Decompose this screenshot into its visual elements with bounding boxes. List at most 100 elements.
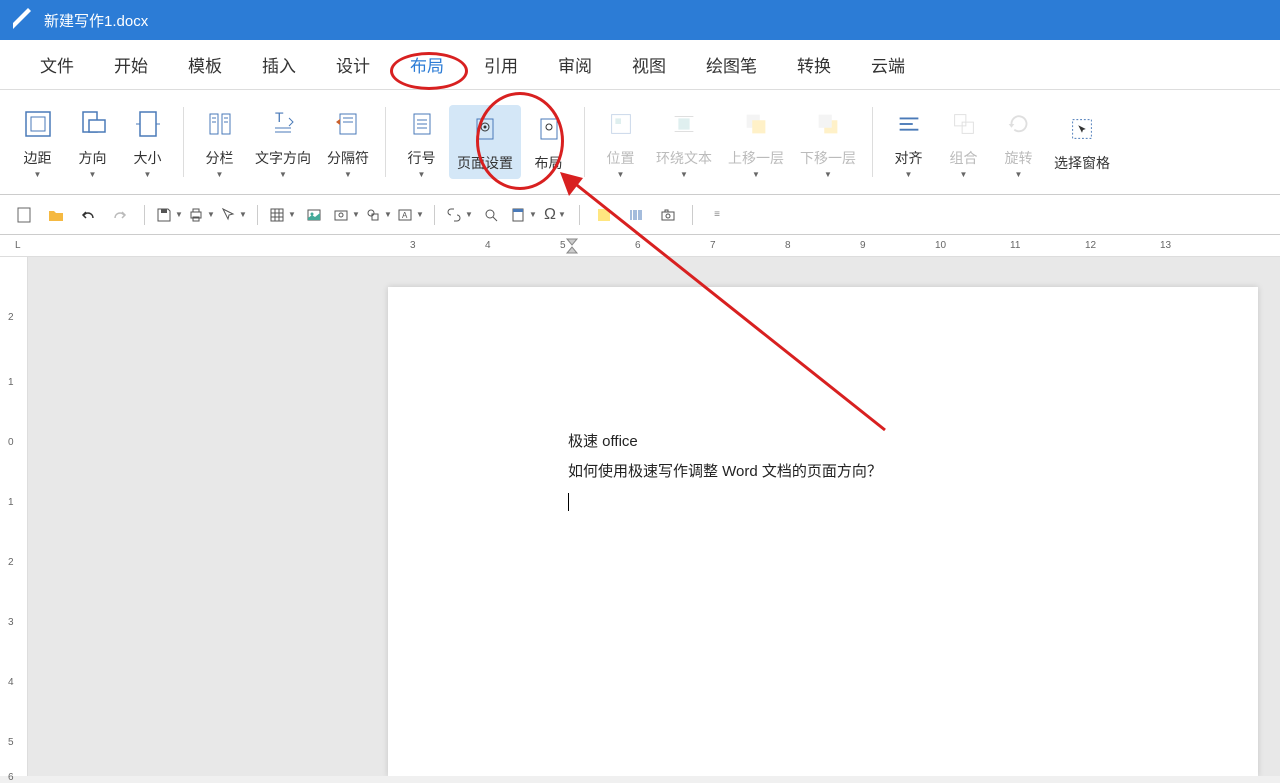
chevron-down-icon: ▼ [89, 170, 97, 179]
layout-button[interactable]: 布局 [521, 105, 576, 179]
chevron-down-icon: ▼ [279, 170, 287, 179]
undo-button[interactable] [74, 201, 102, 229]
note-button[interactable] [590, 201, 618, 229]
wrap-text-icon [666, 106, 702, 142]
size-icon [130, 106, 166, 142]
chevron-down-icon: ▼ [960, 170, 968, 179]
position-button[interactable]: 位置▼ [593, 100, 648, 185]
header-button[interactable]: ▼ [509, 201, 537, 229]
symbol-button[interactable]: Ω▼ [541, 201, 569, 229]
text-direction-button[interactable]: T 文字方向▼ [247, 100, 319, 185]
open-button[interactable] [42, 201, 70, 229]
svg-text:T: T [275, 109, 284, 125]
document-canvas[interactable]: 极速 office 如何使用极速写作调整 Word 文档的页面方向？ [28, 257, 1280, 776]
tab-draw[interactable]: 绘图笔 [686, 44, 777, 85]
text-cursor [568, 493, 569, 511]
chevron-down-icon: ▼ [752, 170, 760, 179]
barcode-button[interactable] [622, 201, 650, 229]
save-button[interactable]: ▼ [155, 201, 183, 229]
tab-home[interactable]: 开始 [94, 44, 168, 85]
more-button[interactable]: ≡ [703, 201, 731, 229]
ribbon-separator [385, 107, 386, 177]
chevron-down-icon: ▼ [216, 170, 224, 179]
selection-pane-button[interactable]: 选择窗格 [1046, 105, 1118, 179]
shapes-button[interactable]: ▼ [364, 201, 392, 229]
tab-design[interactable]: 设计 [316, 44, 390, 85]
layout-icon [531, 111, 567, 147]
chevron-down-icon: ▼ [344, 170, 352, 179]
svg-text:A: A [402, 211, 408, 220]
line-numbers-button[interactable]: 行号▼ [394, 100, 449, 185]
workspace: 2 1 0 1 2 3 4 5 6 极速 office 如何使用极速写作调整 W… [0, 257, 1280, 776]
chevron-down-icon: ▼ [418, 170, 426, 179]
ribbon-separator [183, 107, 184, 177]
send-backward-button[interactable]: 下移一层▼ [792, 100, 864, 185]
menubar: 文件 开始 模板 插入 设计 布局 引用 审阅 视图 绘图笔 转换 云端 [0, 40, 1280, 90]
chevron-down-icon: ▼ [617, 170, 625, 179]
ruler-vertical: 2 1 0 1 2 3 4 5 6 [0, 257, 28, 776]
quick-toolbar: ▼ ▼ ▼ ▼ ▼ ▼ A▼ ▼ ▼ Ω▼ ≡ [0, 195, 1280, 235]
chevron-down-icon: ▼ [34, 170, 42, 179]
camera-button[interactable] [654, 201, 682, 229]
new-button[interactable] [10, 201, 38, 229]
size-button[interactable]: 大小▼ [120, 100, 175, 185]
columns-button[interactable]: 分栏▼ [192, 100, 247, 185]
tab-insert[interactable]: 插入 [242, 44, 316, 85]
screenshot-button[interactable]: ▼ [332, 201, 360, 229]
tab-template[interactable]: 模板 [168, 44, 242, 85]
rotate-icon [1001, 106, 1037, 142]
print-button[interactable]: ▼ [187, 201, 215, 229]
document-line: 如何使用极速写作调整 Word 文档的页面方向？ [568, 457, 1078, 487]
titlebar: 新建写作1.docx [0, 0, 1280, 40]
send-backward-icon [810, 106, 846, 142]
tab-cloud[interactable]: 云端 [851, 44, 925, 85]
textbox-button[interactable]: A▼ [396, 201, 424, 229]
tab-file[interactable]: 文件 [20, 44, 94, 85]
link-button[interactable]: ▼ [445, 201, 473, 229]
tab-convert[interactable]: 转换 [777, 44, 851, 85]
find-button[interactable] [477, 201, 505, 229]
align-icon [891, 106, 927, 142]
document-page[interactable]: 极速 office 如何使用极速写作调整 Word 文档的页面方向？ [388, 287, 1258, 776]
document-line: 极速 office [568, 427, 1078, 457]
group-button[interactable]: 组合▼ [936, 100, 991, 185]
page-setup-icon [467, 111, 503, 147]
app-icon [10, 8, 34, 32]
chevron-down-icon: ▼ [905, 170, 913, 179]
cursor-button[interactable]: ▼ [219, 201, 247, 229]
rotate-button[interactable]: 旋转▼ [991, 100, 1046, 185]
ribbon-separator [872, 107, 873, 177]
chevron-down-icon: ▼ [144, 170, 152, 179]
selection-pane-icon [1064, 111, 1100, 147]
orientation-button[interactable]: 方向▼ [65, 100, 120, 185]
orientation-icon [75, 106, 111, 142]
margins-icon [20, 106, 56, 142]
wrap-text-button[interactable]: 环绕文本▼ [648, 100, 720, 185]
chevron-down-icon: ▼ [1015, 170, 1023, 179]
columns-icon [202, 106, 238, 142]
tab-indicator: L [15, 240, 21, 251]
ruler-horizontal: L 3 4 5 6 7 8 9 10 11 12 13 [0, 235, 1280, 257]
ribbon: 边距▼ 方向▼ 大小▼ 分栏▼ T 文字方向▼ 分隔符▼ 行号▼ 页面设置 布局… [0, 90, 1280, 195]
page-setup-button[interactable]: 页面设置 [449, 105, 521, 179]
bring-forward-button[interactable]: 上移一层▼ [720, 100, 792, 185]
breaks-button[interactable]: 分隔符▼ [319, 100, 377, 185]
indent-marker-icon[interactable] [565, 237, 579, 255]
text-direction-icon: T [265, 106, 301, 142]
margins-button[interactable]: 边距▼ [10, 100, 65, 185]
redo-button[interactable] [106, 201, 134, 229]
bring-forward-icon [738, 106, 774, 142]
tab-review[interactable]: 审阅 [538, 44, 612, 85]
tab-layout[interactable]: 布局 [390, 44, 464, 85]
position-icon [603, 106, 639, 142]
tab-reference[interactable]: 引用 [464, 44, 538, 85]
document-filename: 新建写作1.docx [44, 10, 148, 31]
image-button[interactable] [300, 201, 328, 229]
breaks-icon [330, 106, 366, 142]
tab-view[interactable]: 视图 [612, 44, 686, 85]
table-button[interactable]: ▼ [268, 201, 296, 229]
ribbon-separator [584, 107, 585, 177]
chevron-down-icon: ▼ [680, 170, 688, 179]
line-numbers-icon [404, 106, 440, 142]
align-button[interactable]: 对齐▼ [881, 100, 936, 185]
